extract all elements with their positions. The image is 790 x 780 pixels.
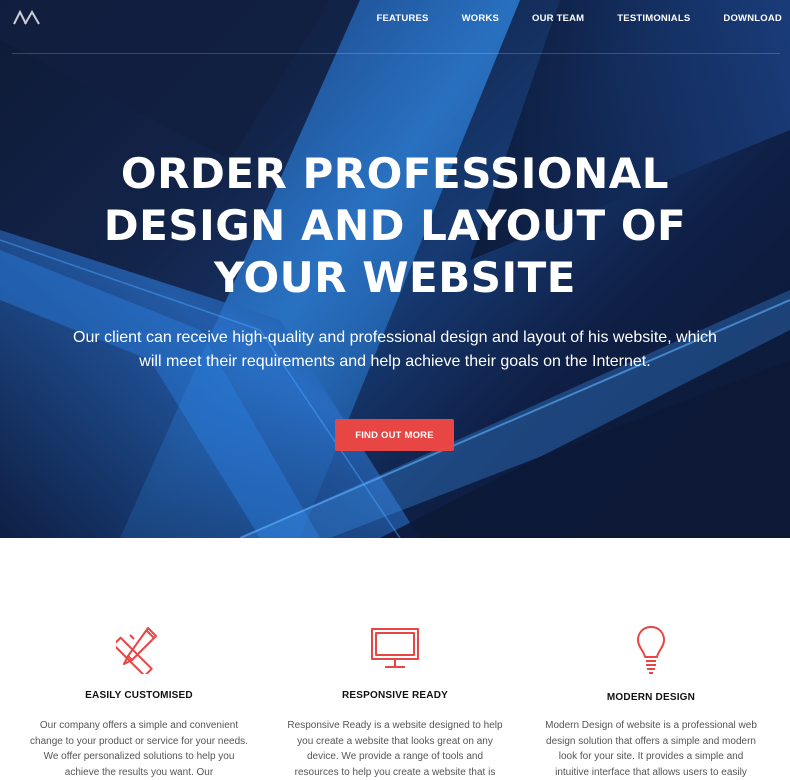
nav-item-our-team[interactable]: OUR TEAM	[532, 13, 584, 24]
top-navigation-bar: FEATURES WORKS OUR TEAM TESTIMONIALS DOW…	[12, 0, 783, 54]
lightbulb-icon	[637, 626, 665, 674]
pencil-ruler-icon	[116, 627, 157, 674]
feature-title: EASILY CUSTOMISED	[85, 690, 193, 701]
hero-title-line-2: DESIGN AND LAYOUT OF	[103, 201, 687, 250]
main-nav: FEATURES WORKS OUR TEAM TESTIMONIALS DOW…	[344, 13, 783, 24]
nav-item-works[interactable]: WORKS	[462, 13, 499, 24]
m-logo-icon[interactable]	[13, 9, 43, 25]
nav-item-download[interactable]: DOWNLOAD	[723, 13, 782, 24]
nav-item-features[interactable]: FEATURES	[377, 13, 429, 24]
hero-section: FEATURES WORKS OUR TEAM TESTIMONIALS DOW…	[0, 0, 790, 538]
monitor-icon	[371, 628, 419, 668]
hero-title-line-1: ORDER PROFESSIONAL	[120, 149, 670, 198]
hero-title: ORDER PROFESSIONAL DESIGN AND LAYOUT OF …	[0, 148, 790, 304]
hero-subtitle: Our client can receive high-quality and …	[73, 329, 717, 370]
find-out-more-button[interactable]: FIND OUT MORE	[335, 419, 454, 451]
feature-title: RESPONSIVE READY	[341, 690, 448, 701]
feature-description: Responsive Ready is a website designed t…	[287, 720, 503, 778]
feature-description: Our company offers a simple and convenie…	[30, 720, 248, 778]
feature-title: MODERN DESIGN	[606, 692, 696, 703]
hero-title-line-3: YOUR WEBSITE	[214, 253, 576, 302]
feature-description: Modern Design of website is a profession…	[545, 720, 757, 778]
nav-item-testimonials[interactable]: TESTIMONIALS	[617, 13, 690, 24]
features-section: EASILY CUSTOMISED Our company offers a s…	[0, 538, 790, 780]
